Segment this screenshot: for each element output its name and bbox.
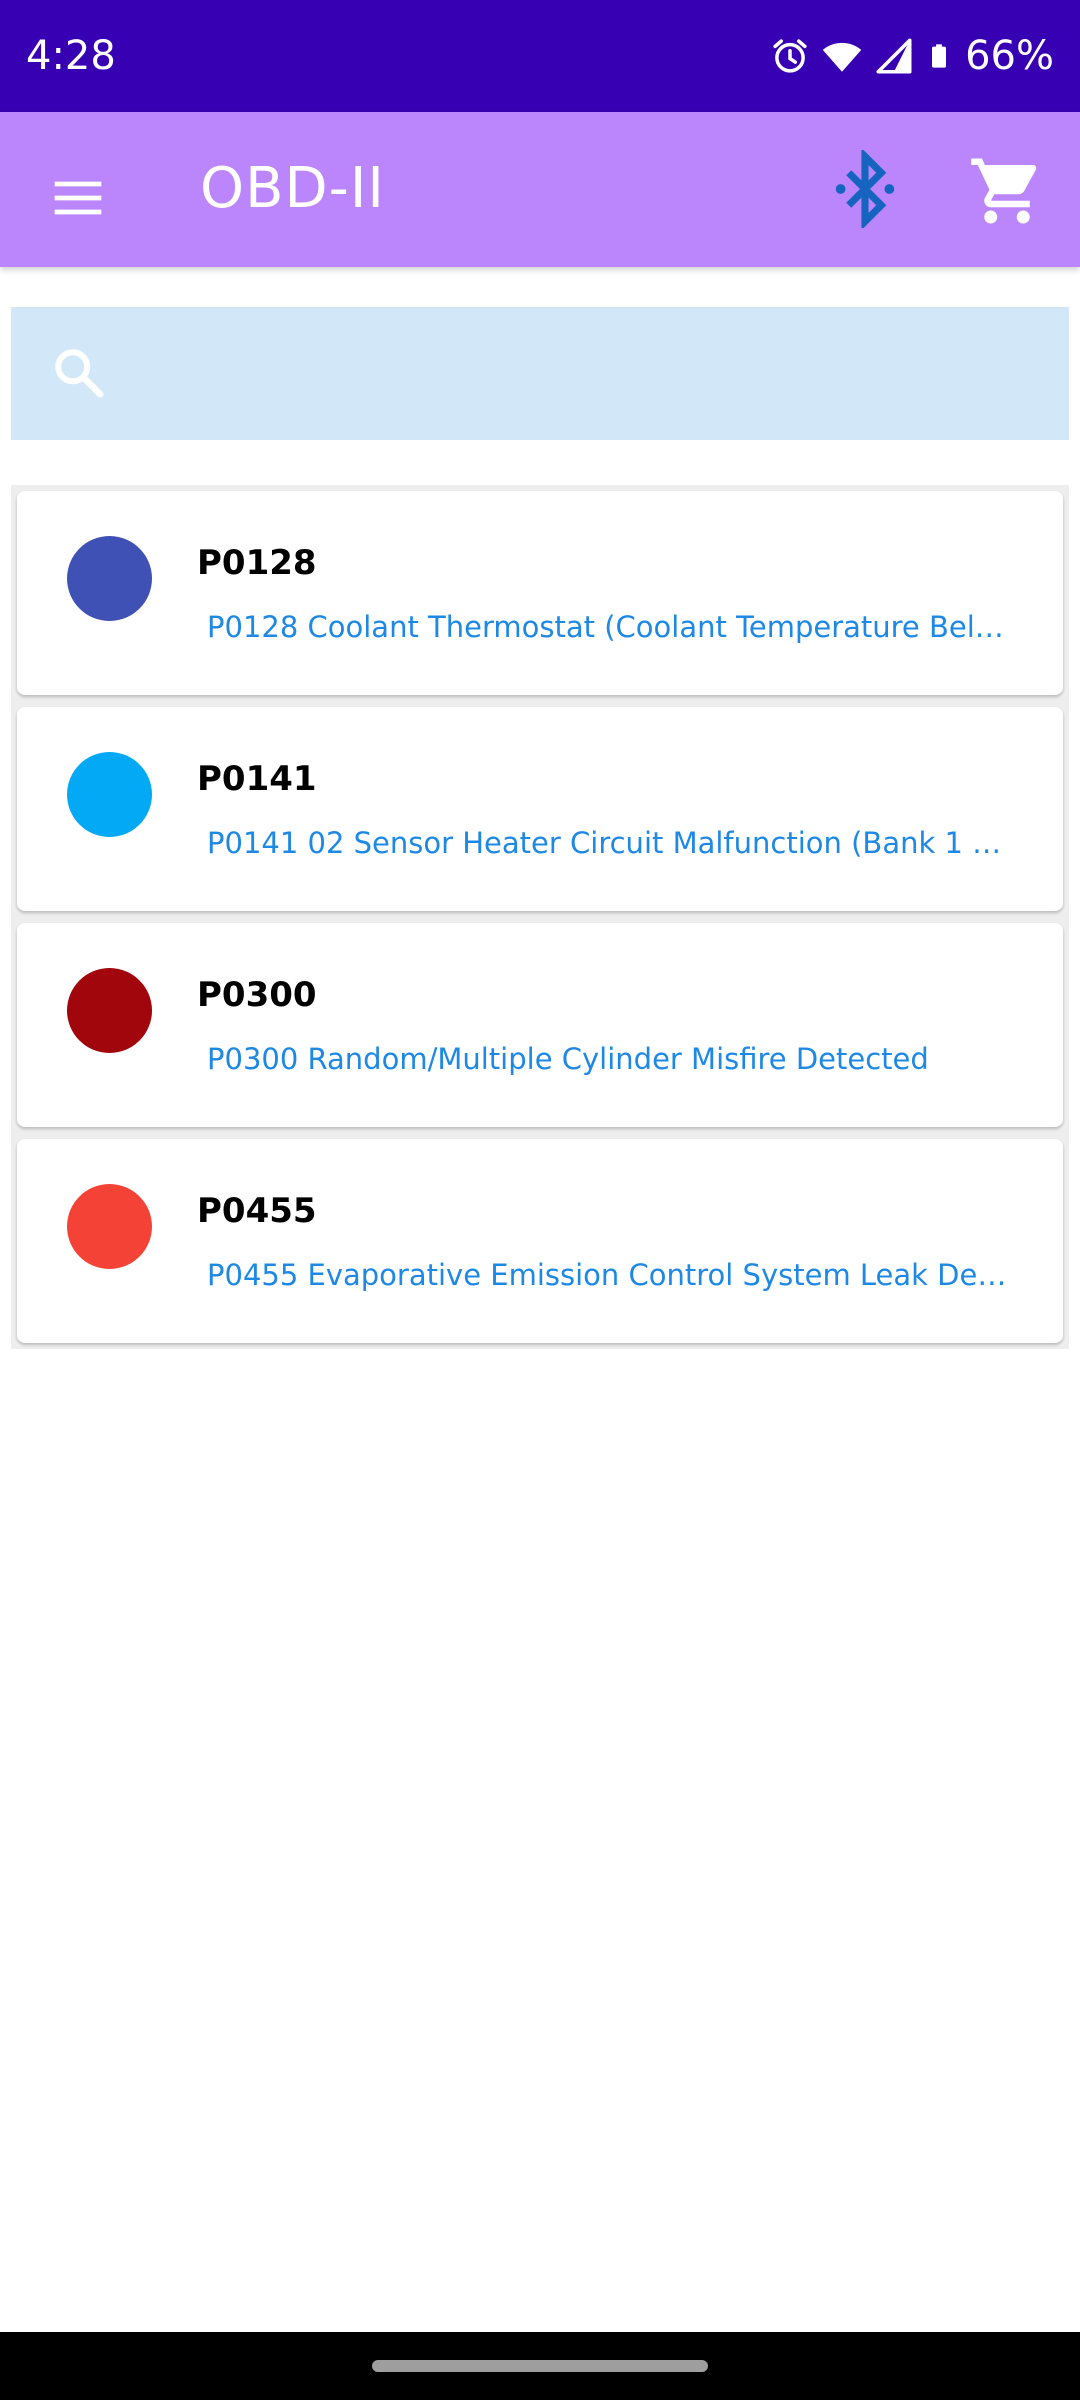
menu-icon <box>54 181 102 215</box>
list-item[interactable]: P0300 P0300 Random/Multiple Cylinder Mis… <box>17 923 1063 1127</box>
code-title: P0141 <box>197 759 317 799</box>
status-icons: 66% <box>769 34 1054 78</box>
list-item[interactable]: P0455 P0455 Evaporative Emission Control… <box>17 1139 1063 1343</box>
signal-icon <box>876 38 912 74</box>
menu-button[interactable] <box>42 162 114 234</box>
search-bar[interactable] <box>11 307 1069 440</box>
app-title: OBD-II <box>200 156 385 221</box>
app-bar: OBD-II <box>0 112 1080 267</box>
code-title: P0128 <box>197 543 317 583</box>
cart-icon <box>971 158 1037 224</box>
battery-icon <box>932 44 947 68</box>
search-icon <box>55 349 104 398</box>
battery-percent: 66% <box>965 33 1054 79</box>
bluetooth-icon <box>835 147 895 231</box>
code-description: P0141 02 Sensor Heater Circuit Malfuncti… <box>207 826 1007 860</box>
code-description: P0455 Evaporative Emission Control Syste… <box>207 1258 1007 1292</box>
status-dot <box>67 968 152 1053</box>
status-dot <box>67 536 152 621</box>
code-title: P0455 <box>197 1191 317 1231</box>
code-description: P0128 Coolant Thermostat (Coolant Temper… <box>207 610 1007 644</box>
status-bar: 4:28 66% <box>0 0 1080 112</box>
search-input[interactable] <box>131 337 1035 411</box>
home-gesture-handle[interactable] <box>372 2360 708 2372</box>
cart-button[interactable] <box>968 152 1046 230</box>
code-title: P0300 <box>197 975 317 1015</box>
list-item[interactable]: P0128 P0128 Coolant Thermostat (Coolant … <box>17 491 1063 695</box>
status-dot <box>67 1184 152 1269</box>
bluetooth-button[interactable] <box>826 147 904 231</box>
wifi-icon <box>822 42 862 72</box>
code-list: P0128 P0128 Coolant Thermostat (Coolant … <box>11 485 1069 1349</box>
status-dot <box>67 752 152 837</box>
alarm-icon <box>773 39 807 73</box>
code-description: P0300 Random/Multiple Cylinder Misfire D… <box>207 1042 929 1076</box>
status-time: 4:28 <box>26 33 116 79</box>
navigation-bar <box>0 2332 1080 2400</box>
list-item[interactable]: P0141 P0141 02 Sensor Heater Circuit Mal… <box>17 707 1063 911</box>
